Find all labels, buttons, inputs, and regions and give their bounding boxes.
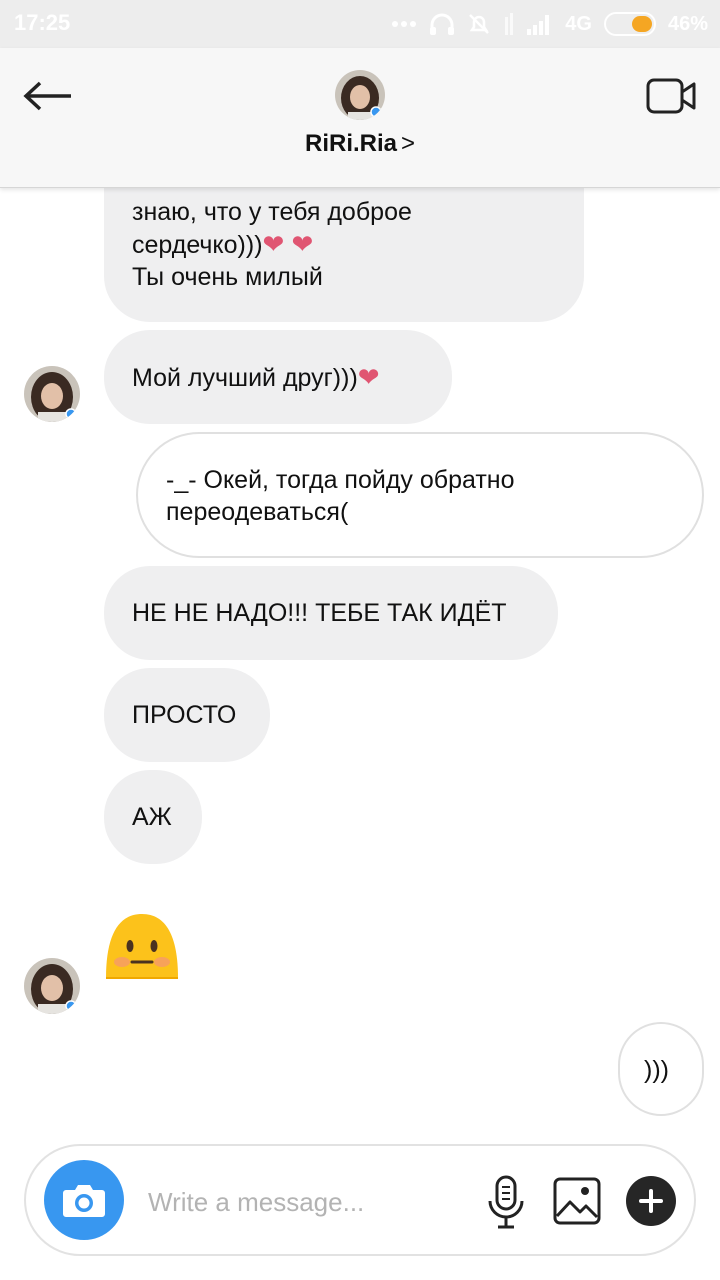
- arrow-left-icon: [23, 81, 71, 111]
- message-text: ))): [644, 1056, 669, 1084]
- sender-avatar[interactable]: [24, 366, 80, 422]
- microphone-button[interactable]: [486, 1174, 526, 1230]
- status-time: 17:25: [14, 10, 71, 35]
- message-line: -_- Окей, тогда пойду обратно: [166, 466, 515, 494]
- profile-photo: [335, 70, 385, 120]
- signal-icon: [527, 15, 550, 35]
- neutral-blushing-face-emoji[interactable]: [104, 912, 180, 980]
- username: RiRi.Ria: [304, 130, 397, 157]
- chat-header: RiRi.Ria >: [0, 48, 720, 188]
- video-call-button[interactable]: [646, 74, 698, 118]
- camera-icon: [63, 1185, 105, 1217]
- microphone-icon: [488, 1175, 524, 1229]
- mute-bell-icon: [469, 14, 490, 34]
- signal-weak-icon: [505, 13, 514, 35]
- message-text: НЕ НЕ НАДО!!! ТЕБЕ ТАК ИДЁТ: [132, 599, 507, 627]
- video-camera-icon: [646, 78, 696, 114]
- battery-icon: [603, 12, 656, 36]
- network-type: 4G: [565, 12, 592, 35]
- message-bubble-incoming[interactable]: ПРОСТО: [104, 668, 270, 762]
- message-bubble-incoming[interactable]: НЕ НЕ НАДО!!! ТЕБЕ ТАК ИДЁТ: [104, 566, 558, 660]
- status-icons: 4G 46%: [391, 8, 708, 40]
- gallery-button[interactable]: [552, 1176, 602, 1226]
- header-avatar[interactable]: [335, 70, 385, 120]
- camera-button[interactable]: [44, 1160, 124, 1240]
- more-dots-icon: [392, 21, 417, 27]
- battery-percent: 46%: [667, 12, 708, 35]
- message-input[interactable]: [148, 1182, 468, 1222]
- sender-avatar[interactable]: [24, 958, 80, 1014]
- message-text: АЖ: [132, 803, 172, 831]
- chat-title[interactable]: RiRi.Ria >: [0, 130, 720, 158]
- message-line: знаю, что у тебя доброе: [132, 198, 412, 226]
- status-bar: 17:25 4G 46%: [0, 0, 720, 48]
- heart-emoji: ❤ ❤: [262, 229, 314, 259]
- message-text: Мой лучший друг))): [132, 364, 358, 392]
- message-bubble-outgoing[interactable]: ))): [618, 1022, 704, 1116]
- message-composer: [24, 1144, 696, 1256]
- plus-button[interactable]: [626, 1176, 676, 1226]
- message-bubble-incoming[interactable]: Мой лучший друг)))❤: [104, 330, 452, 424]
- profile-photo: [24, 958, 80, 1014]
- message-line: сердечко)))❤ ❤: [132, 229, 314, 259]
- message-bubble-incoming[interactable]: АЖ: [104, 770, 202, 864]
- image-gallery-icon: [553, 1177, 601, 1225]
- headphones-icon: [430, 13, 455, 35]
- profile-photo: [24, 366, 80, 422]
- message-line: Ты очень милый: [132, 263, 323, 291]
- message-line: переодеваться(: [166, 498, 349, 526]
- back-button[interactable]: [20, 72, 76, 120]
- plus-icon: [639, 1189, 663, 1213]
- message-bubble-outgoing[interactable]: -_- Окей, тогда пойду обратно переодеват…: [136, 432, 704, 558]
- chevron-right-icon: >: [401, 130, 416, 157]
- heart-emoji: ❤: [357, 362, 380, 392]
- message-text: ПРОСТО: [132, 701, 237, 729]
